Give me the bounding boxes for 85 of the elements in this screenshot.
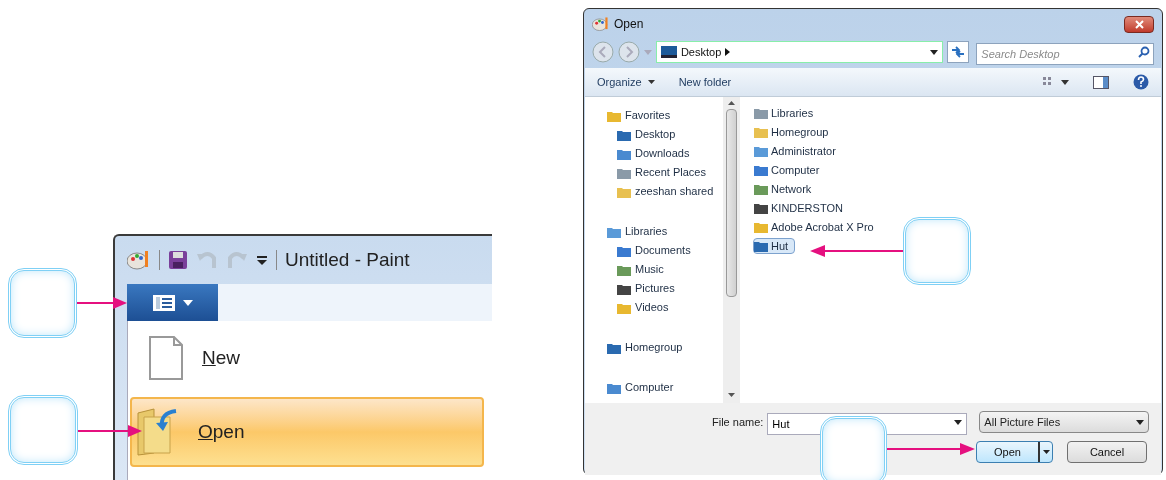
caret-icon — [1042, 450, 1050, 454]
blank-page-icon — [148, 335, 184, 381]
file-type-dropdown[interactable]: All Picture Files — [979, 411, 1150, 433]
toolbar-button[interactable]: Organize — [597, 73, 655, 91]
address-bar[interactable]: Desktop — [655, 41, 944, 63]
caret-icon — [1136, 419, 1145, 425]
palette-icon — [592, 16, 610, 32]
nav-item[interactable]: Computer — [607, 379, 723, 396]
item-icon — [754, 240, 768, 252]
item-icon — [754, 126, 768, 138]
caret-icon[interactable] — [954, 420, 963, 425]
item-icon — [617, 263, 631, 276]
scroll-up-icon[interactable] — [728, 101, 735, 105]
view-options-icon[interactable] — [1043, 76, 1069, 88]
help-icon[interactable] — [1133, 74, 1149, 90]
file-item[interactable]: Adobe Acrobat X Pro — [753, 219, 881, 235]
item-icon — [754, 145, 768, 157]
cancel-button[interactable]: Cancel — [1067, 441, 1147, 463]
nav-item[interactable]: Documents — [607, 242, 723, 259]
callout-tooltip — [8, 268, 77, 338]
arrow-icon — [725, 48, 731, 56]
item-icon — [754, 164, 768, 176]
nav-item[interactable]: zeeshan shared — [607, 183, 723, 200]
nav-item[interactable]: Libraries — [607, 223, 723, 240]
address-text: Desktop — [680, 44, 722, 60]
callout-tooltip — [903, 217, 971, 285]
item-icon — [617, 166, 631, 179]
callout-tooltip — [8, 395, 78, 465]
palette-icon — [127, 249, 151, 271]
nav-item[interactable]: Videos — [607, 299, 723, 316]
close-icon — [1134, 19, 1144, 29]
file-name-label: File name: — [712, 414, 764, 430]
item-icon — [607, 341, 621, 354]
nav-item[interactable]: Pictures — [607, 280, 723, 297]
save-icon[interactable] — [168, 250, 188, 270]
file-item[interactable]: Administrator — [753, 143, 843, 159]
preview-pane-icon[interactable] — [1093, 75, 1109, 89]
item-icon — [754, 183, 768, 195]
caret-icon — [182, 299, 193, 306]
search-field[interactable]: Search Desktop — [976, 43, 1154, 65]
dropdown-icon[interactable] — [256, 254, 268, 266]
toolbar-button[interactable]: New folder — [678, 73, 732, 91]
menu-list-icon — [152, 294, 175, 311]
nav-item[interactable]: Downloads — [607, 145, 723, 162]
desktop-icon — [660, 46, 677, 58]
refresh-icon — [951, 46, 966, 58]
search-icon — [1138, 46, 1150, 58]
dialog-title: Open — [614, 16, 645, 33]
open-button[interactable]: Open — [976, 441, 1053, 463]
file-item[interactable]: Homegroup — [753, 124, 836, 140]
scroll-down-icon[interactable] — [728, 393, 735, 397]
caret-icon[interactable] — [930, 49, 939, 55]
item-icon — [617, 301, 631, 314]
item-icon — [617, 128, 631, 141]
item-icon — [607, 381, 621, 394]
menu-item[interactable]: Open — [130, 397, 484, 467]
caret-icon — [647, 80, 655, 84]
item-icon — [607, 109, 621, 122]
item-icon — [617, 282, 631, 295]
pointer-arrow — [77, 425, 142, 437]
item-icon — [617, 244, 631, 257]
scroll-thumb[interactable] — [726, 109, 737, 297]
nav-item[interactable]: Homegroup — [607, 339, 723, 356]
close-button[interactable] — [1124, 15, 1154, 33]
item-icon — [607, 225, 621, 238]
nav-item[interactable]: Recent Places — [607, 164, 723, 181]
item-icon — [754, 107, 768, 119]
item-icon — [754, 202, 768, 214]
file-item[interactable]: Network — [753, 181, 819, 197]
refresh-button[interactable] — [947, 41, 970, 63]
pointer-arrow — [76, 297, 127, 309]
file-item[interactable]: Libraries — [753, 105, 821, 121]
item-icon — [617, 147, 631, 160]
file-item[interactable]: Computer — [753, 162, 827, 178]
nav-item[interactable]: Favorites — [607, 107, 723, 124]
file-menu-button[interactable] — [127, 284, 218, 321]
scrollbar[interactable] — [723, 97, 740, 403]
item-icon — [617, 185, 631, 198]
window-title: Untitled - Paint — [285, 247, 410, 272]
menu-item[interactable]: New — [130, 327, 484, 389]
nav-item[interactable]: Desktop — [607, 126, 723, 143]
file-item[interactable]: KINDERSTON — [753, 200, 850, 216]
item-icon — [754, 221, 768, 233]
file-item[interactable]: Hut — [753, 238, 796, 254]
nav-item[interactable]: Music — [607, 261, 723, 278]
